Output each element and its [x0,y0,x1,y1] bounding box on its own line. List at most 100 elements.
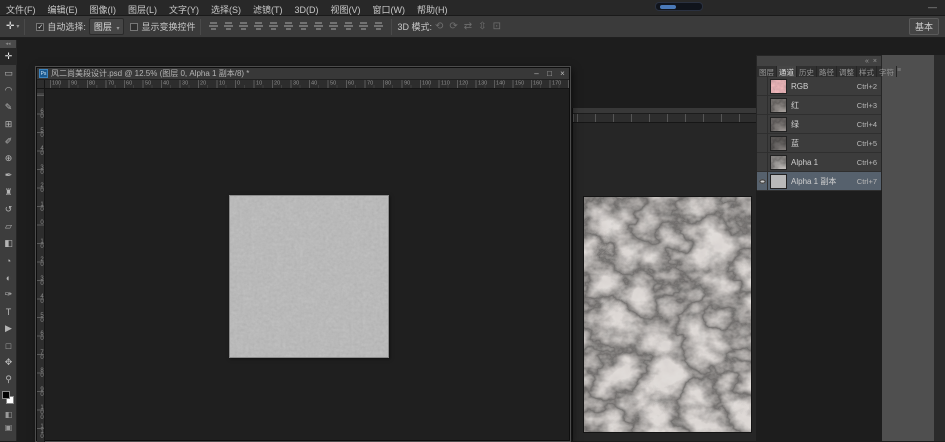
channel-row-蓝[interactable]: 蓝Ctrl+5 [757,134,881,153]
align-top-edges-icon[interactable] [253,20,264,31]
distribute-left-edges-icon[interactable] [343,20,354,31]
panel-close-icon[interactable]: × [873,58,877,65]
eyedropper-tool-icon[interactable]: ✐ [0,133,17,150]
menu-item-2[interactable]: 图像(I) [84,1,123,16]
visibility-toggle[interactable] [757,172,768,191]
eraser-tool-icon[interactable]: ▱ [0,218,17,235]
3d-rotate-icon[interactable]: ⟲ [435,21,443,32]
menu-item-1[interactable]: 编辑(E) [42,1,84,16]
3d-roll-icon[interactable]: ⟳ [449,21,457,32]
visibility-toggle[interactable] [757,153,768,172]
v-ruler-label: 20 [37,183,45,193]
align-vertical-centers-icon[interactable] [268,20,279,31]
panel-menu-icon[interactable]: ≡ [897,66,904,77]
rectangle-tool-icon[interactable]: □ [0,337,17,354]
channel-list: RGBCtrl+2红Ctrl+3绿Ctrl+4蓝Ctrl+5Alpha 1Ctr… [757,77,881,191]
panel-tab-图层[interactable]: 图层 [757,66,777,77]
show-transform-label: 显示变换控件 [141,20,195,33]
zoom-tool-icon[interactable]: ⚲ [0,371,17,388]
path-selection-tool-icon[interactable]: ▶ [0,320,17,337]
channel-shortcut: Ctrl+4 [857,120,881,129]
clone-stamp-tool-icon[interactable]: ♜ [0,184,17,201]
menu-item-8[interactable]: 视图(V) [325,1,367,16]
document1-titlebar[interactable]: Ps 风二尚美段设计.psd @ 12.5% (图层 0, Alpha 1 副本… [37,68,569,80]
v-ruler-label: 90 [37,387,45,397]
dodge-tool-icon[interactable]: ◐ [0,269,17,286]
distribute-right-edges-icon[interactable] [373,20,384,31]
document-window-texture[interactable] [572,108,756,441]
document-window-main[interactable]: Ps 风二尚美段设计.psd @ 12.5% (图层 0, Alpha 1 副本… [36,67,570,441]
gradient-tool-icon[interactable]: ◧ [0,235,17,252]
h-ruler-label: 50 [330,80,336,86]
3d-slide-icon[interactable]: ⇳ [478,21,486,32]
hand-tool-icon[interactable]: ✥ [0,354,17,371]
panel-tab-样式[interactable]: 样式 [857,66,877,77]
channel-shortcut: Ctrl+2 [857,82,881,91]
align-bottom-edges-icon[interactable] [283,20,294,31]
minimize-button[interactable]: – [530,69,543,79]
visibility-toggle[interactable] [757,77,768,96]
healing-brush-tool-icon[interactable]: ⊕ [0,150,17,167]
tool-preset-move-icon[interactable]: ✛ [6,21,14,32]
canvas-area[interactable] [46,89,569,440]
window-minimize-glyph[interactable]: — [922,1,943,13]
type-tool-icon[interactable]: T [0,303,17,320]
panel-tab-通道[interactable]: 通道 [777,66,797,77]
distribute-vertical-centers-icon[interactable] [313,20,324,31]
channel-shortcut: Ctrl+6 [857,158,881,167]
ruler-origin-corner[interactable] [37,80,45,89]
3d-drag-icon[interactable]: ⇄ [464,21,472,32]
quick-selection-tool-icon[interactable]: ✎ [0,99,17,116]
h-ruler-label: 90 [404,80,410,86]
crop-tool-icon[interactable]: ⊞ [0,116,17,133]
auto-select-checkbox[interactable]: ✓ [36,23,44,31]
blur-tool-icon[interactable]: ◔ [0,252,17,269]
menu-item-5[interactable]: 选择(S) [205,1,247,16]
panel-tab-路径[interactable]: 路径 [817,66,837,77]
align-right-edges-icon[interactable] [238,20,249,31]
quick-mask-button[interactable]: ◧ [0,408,17,421]
menu-item-10[interactable]: 帮助(H) [411,1,454,16]
auto-select-dropdown[interactable]: 图层 ▾ [89,18,125,35]
visibility-toggle[interactable] [757,134,768,153]
channel-row-红[interactable]: 红Ctrl+3 [757,96,881,115]
distribute-top-edges-icon[interactable] [298,20,309,31]
align-horizontal-centers-icon[interactable] [223,20,234,31]
panel-tab-字符[interactable]: 字符 [877,66,897,77]
visibility-toggle[interactable] [757,96,768,115]
channel-row-RGB[interactable]: RGBCtrl+2 [757,77,881,96]
brush-tool-icon[interactable]: ✒ [0,167,17,184]
panel-tab-历史[interactable]: 历史 [797,66,817,77]
channel-row-Alpha 1[interactable]: Alpha 1Ctrl+6 [757,153,881,172]
menu-item-3[interactable]: 图层(L) [122,1,163,16]
rectangular-marquee-tool-icon[interactable]: ▭ [0,65,17,82]
channel-row-绿[interactable]: 绿Ctrl+4 [757,115,881,134]
tool-preset-caret-icon[interactable]: ▾ [16,23,19,30]
menu-item-6[interactable]: 滤镜(T) [247,1,289,16]
document2-horizontal-ruler [573,114,757,123]
channel-row-Alpha 1 副本[interactable]: Alpha 1 副本Ctrl+7 [757,172,881,191]
history-brush-tool-icon[interactable]: ↺ [0,201,17,218]
pen-tool-icon[interactable]: ✑ [0,286,17,303]
foreground-color-swatch[interactable] [2,391,10,399]
distribute-horizontal-centers-icon[interactable] [358,20,369,31]
lasso-tool-icon[interactable]: ◠ [0,82,17,99]
show-transform-checkbox[interactable] [130,23,138,31]
panel-collapse-icon[interactable]: « [865,58,869,65]
menu-item-4[interactable]: 文字(Y) [163,1,205,16]
visibility-toggle[interactable] [757,115,768,134]
screen-mode-button[interactable]: ▣ [0,421,17,434]
menu-item-7[interactable]: 3D(D) [289,3,325,15]
workspace-switcher[interactable]: 基本 [909,18,939,35]
distribute-bottom-edges-icon[interactable] [328,20,339,31]
channel-shortcut: Ctrl+3 [857,101,881,110]
close-button[interactable]: × [556,69,569,79]
align-left-edges-icon[interactable] [208,20,219,31]
panel-tab-调整[interactable]: 调整 [837,66,857,77]
menu-item-0[interactable]: 文件(F) [0,1,42,16]
maximize-button[interactable]: □ [543,69,556,79]
toolstrip-collapse-icon[interactable]: ◂◂ [0,40,16,48]
3d-scale-icon[interactable]: ⊡ [493,21,501,32]
move-tool-icon[interactable]: ✛ [0,48,17,65]
menu-item-9[interactable]: 窗口(W) [367,1,412,16]
